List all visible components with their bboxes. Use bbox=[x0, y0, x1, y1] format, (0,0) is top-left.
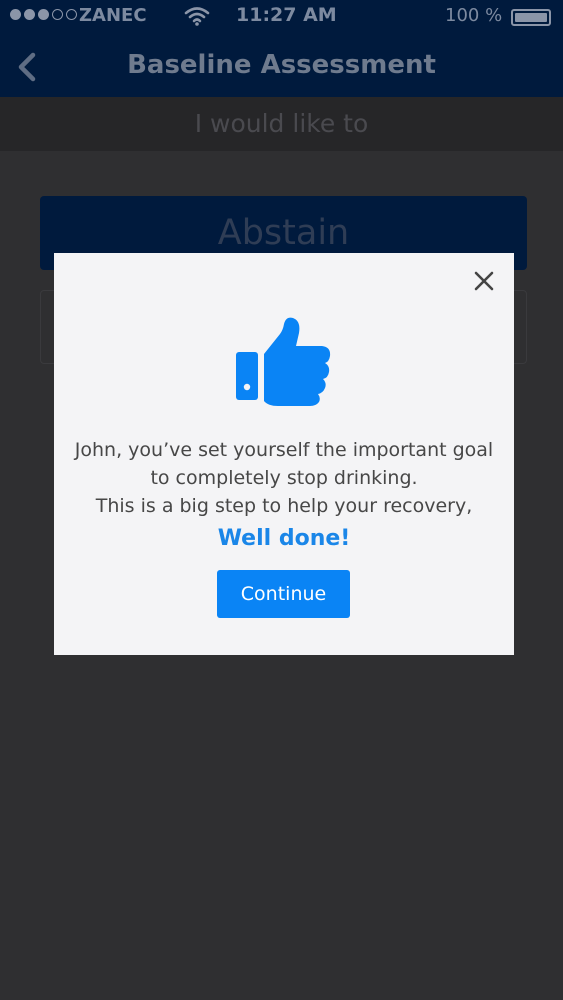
status-bar: ZANEC 11:27 AM 100 % bbox=[0, 0, 563, 34]
battery-percentage: 100 % bbox=[445, 5, 503, 26]
goal-confirmation-dialog: John, you’ve set yourself the important … bbox=[54, 253, 514, 655]
continue-button[interactable]: Continue bbox=[217, 570, 350, 618]
thumbs-up-icon bbox=[236, 317, 331, 406]
message-line-2: to completely stop drinking. bbox=[150, 467, 418, 489]
clock: 11:27 AM bbox=[236, 4, 337, 26]
navigation-bar: Baseline Assessment bbox=[0, 34, 563, 97]
battery-icon bbox=[511, 9, 551, 26]
question-subheader: I would like to bbox=[0, 97, 563, 151]
carrier-name: ZANEC bbox=[79, 5, 147, 26]
signal-strength-icon bbox=[10, 9, 77, 20]
well-done-text: Well done! bbox=[217, 526, 351, 551]
page-title: Baseline Assessment bbox=[127, 50, 436, 80]
message-line-3: This is a big step to help your recovery… bbox=[95, 495, 473, 517]
wifi-icon bbox=[184, 7, 210, 26]
close-icon[interactable] bbox=[472, 269, 496, 293]
dialog-message: John, you’ve set yourself the important … bbox=[54, 436, 514, 520]
message-line-1: John, you’ve set yourself the important … bbox=[74, 439, 494, 461]
